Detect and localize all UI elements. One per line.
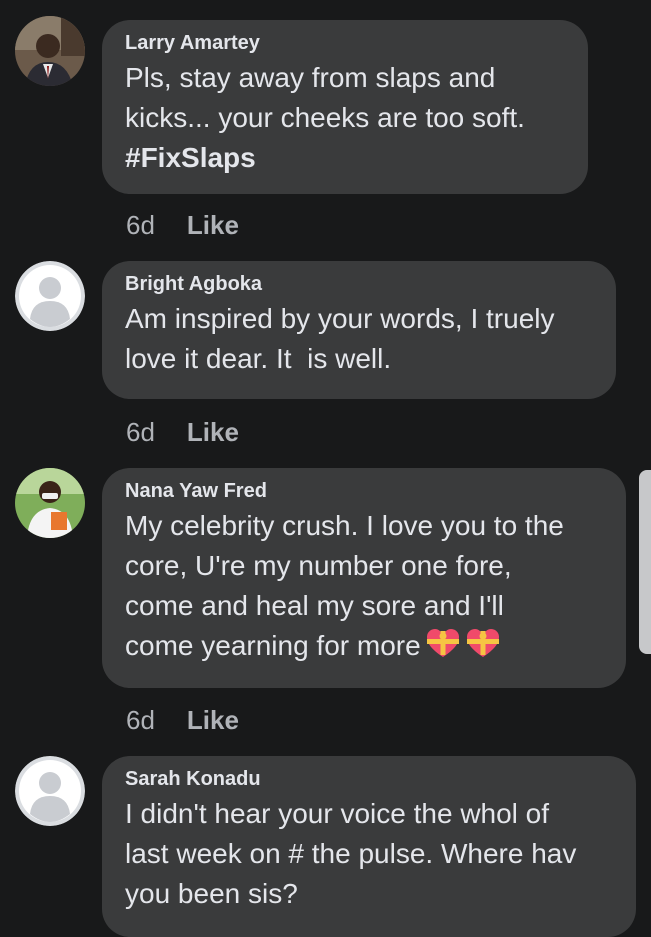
comment-timestamp[interactable]: 6d [126,210,155,241]
comment-bubble: Sarah Konadu I didn't hear your voice th… [102,756,636,937]
comment-actions: 6d Like [126,207,239,243]
comment-author[interactable]: Bright Agboka [125,271,594,297]
hashtag-link[interactable]: #FixSlaps [125,142,256,173]
heart-with-ribbon-emoji-icon [465,627,501,670]
comment-bubble: Nana Yaw Fred My celebrity crush. I love… [102,468,626,688]
profile-photo-icon [15,16,85,86]
comment-text: Pls, stay away from slaps and kicks... y… [125,58,566,178]
comment-actions: 6d Like [126,414,239,450]
comment-text: My celebrity crush. I love you to the co… [125,506,604,670]
comment-author[interactable]: Larry Amartey [125,30,566,56]
profile-photo-icon [15,468,85,538]
avatar[interactable] [15,468,85,538]
avatar[interactable] [15,16,85,86]
comment-timestamp[interactable]: 6d [126,417,155,448]
scrollbar-thumb[interactable] [639,470,651,654]
avatar[interactable] [15,261,85,331]
comment-author[interactable]: Sarah Konadu [125,766,614,792]
default-avatar-icon [15,261,85,331]
comment-bubble: Bright Agboka Am inspired by your words,… [102,261,616,399]
like-button[interactable]: Like [187,210,239,241]
comment-timestamp[interactable]: 6d [126,705,155,736]
comment-actions: 6d Like [126,702,239,738]
heart-with-ribbon-emoji-icon [425,627,461,670]
like-button[interactable]: Like [187,417,239,448]
comment-author[interactable]: Nana Yaw Fred [125,478,604,504]
comment-text: Am inspired by your words, I truely love… [125,303,555,374]
comment-thread: Larry Amartey Pls, stay away from slaps … [0,0,651,937]
comment-text: I didn't hear your voice the whol of las… [125,798,577,909]
comment-bubble: Larry Amartey Pls, stay away from slaps … [102,20,588,194]
avatar[interactable] [15,756,85,826]
like-button[interactable]: Like [187,705,239,736]
default-avatar-icon [15,756,85,826]
comment-body: Pls, stay away from slaps and kicks... y… [125,62,525,133]
